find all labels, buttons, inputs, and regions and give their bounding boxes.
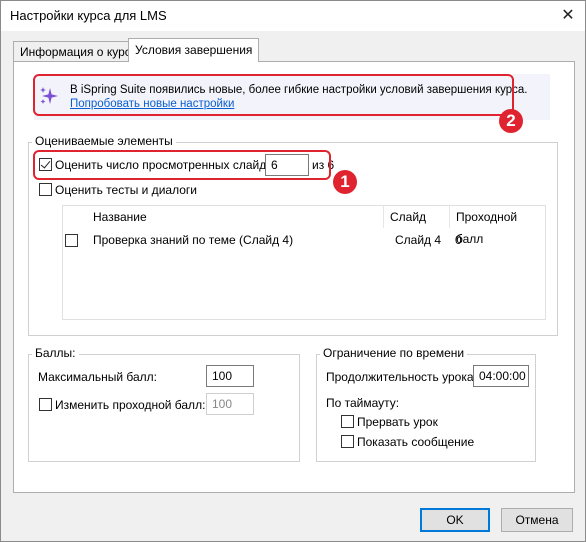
window-title: Настройки курса для LMS <box>10 8 167 23</box>
quizzes-table: Название Слайд Проходной балл Проверка з… <box>62 205 546 320</box>
cancel-button[interactable]: Отмена <box>501 508 573 532</box>
row-slide: Слайд 4 <box>395 233 442 247</box>
show-message-label: Показать сообщение <box>357 435 475 449</box>
column-header-name: Название <box>93 210 147 224</box>
ok-button[interactable]: OK <box>420 508 490 532</box>
completion-tab-panel: В iSpring Suite появились новые, более г… <box>13 61 575 493</box>
grade-quizzes-checkbox[interactable] <box>39 183 52 196</box>
timeout-label: По таймауту: <box>326 396 400 410</box>
lesson-duration-input[interactable]: 04:00:00 <box>473 365 529 387</box>
row-name: Проверка знаний по теме (Слайд 4) <box>93 233 294 247</box>
annotation-outline-1 <box>33 150 331 180</box>
time-limit-legend: Ограничение по времени <box>320 346 468 360</box>
table-row[interactable]: Проверка знаний по теме (Слайд 4) Слайд … <box>63 229 545 251</box>
graded-elements-legend: Оцениваемые элементы <box>32 134 176 148</box>
interrupt-lesson-label: Прервать урок <box>357 415 438 429</box>
row-pass-score: 0 <box>455 233 462 247</box>
title-bar: Настройки курса для LMS ✕ <box>1 1 585 31</box>
column-header-pass: Проходной балл <box>449 206 545 246</box>
tab-completion-conditions[interactable]: Условия завершения <box>128 38 260 62</box>
pass-score-input: 100 <box>206 393 254 415</box>
max-score-label: Максимальный балл: <box>38 370 157 384</box>
grade-quizzes-label: Оценить тесты и диалоги <box>55 183 197 197</box>
row-checkbox[interactable] <box>65 234 78 247</box>
lms-settings-dialog: Настройки курса для LMS ✕ Информация о к… <box>0 0 586 542</box>
interrupt-lesson-checkbox[interactable] <box>341 415 354 428</box>
annotation-outline-2 <box>33 74 514 116</box>
change-pass-score-checkbox[interactable] <box>39 398 52 411</box>
change-pass-score-label: Изменить проходной балл: <box>55 398 206 412</box>
annotation-badge-2: 2 <box>499 109 523 133</box>
score-legend: Баллы: <box>32 346 79 360</box>
annotation-badge-1: 1 <box>333 170 357 194</box>
tab-course-info[interactable]: Информация о курсе <box>13 41 145 61</box>
max-score-input[interactable]: 100 <box>206 365 254 387</box>
close-icon[interactable]: ✕ <box>557 5 579 27</box>
lesson-duration-label: Продолжительность урока: <box>326 370 477 384</box>
show-message-checkbox[interactable] <box>341 435 354 448</box>
column-header-slide: Слайд <box>383 206 449 228</box>
